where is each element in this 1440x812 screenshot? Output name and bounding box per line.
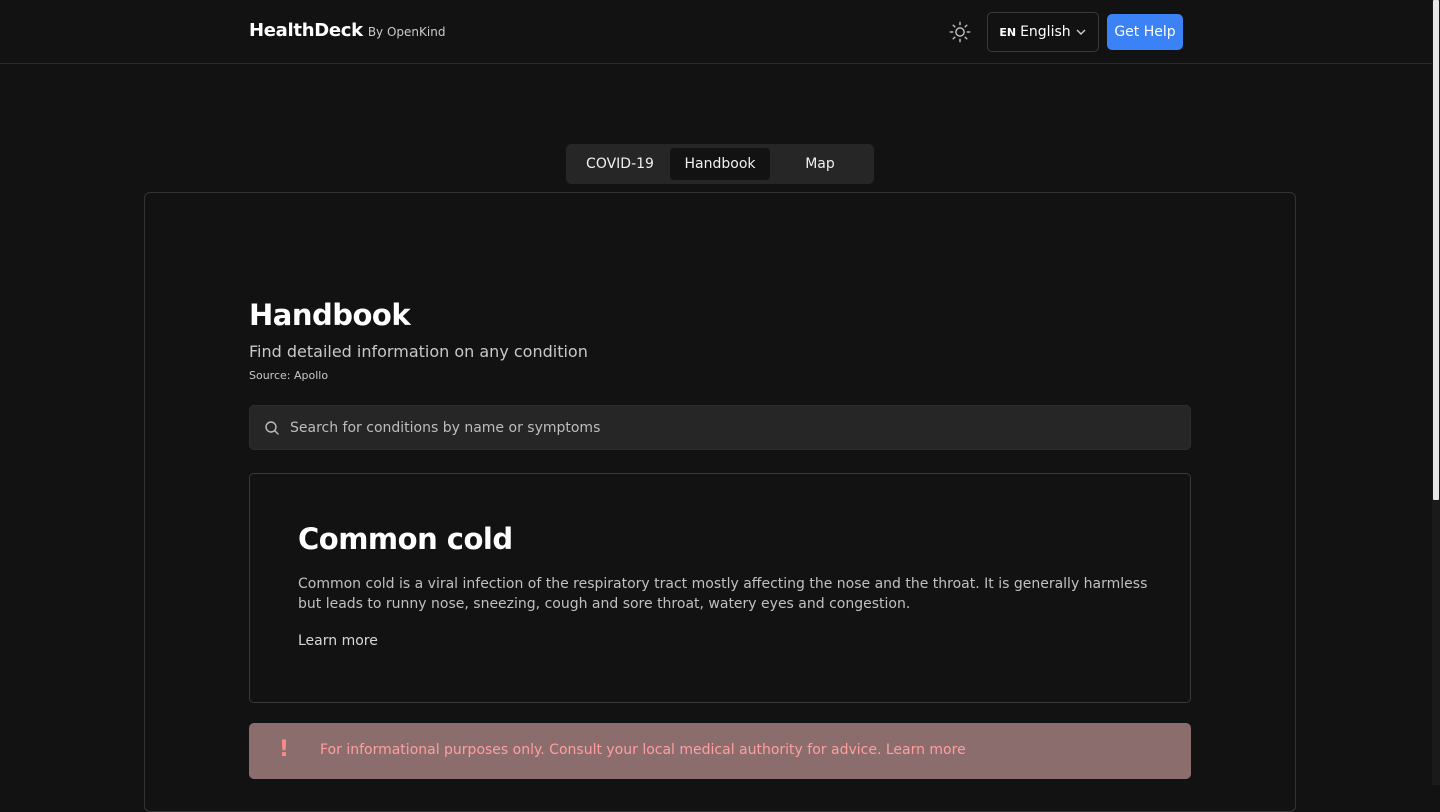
language-select[interactable]: EN English bbox=[987, 12, 1099, 52]
tab-covid-19[interactable]: COVID-19 bbox=[570, 148, 670, 180]
theme-toggle-button[interactable] bbox=[946, 18, 974, 46]
exclamation-icon: ! bbox=[279, 737, 290, 762]
learn-more-link[interactable]: Learn more bbox=[298, 633, 378, 649]
scrollbar-thumb[interactable] bbox=[1433, 0, 1439, 500]
brand-logo[interactable]: HealthDeck By OpenKind bbox=[249, 20, 445, 41]
language-label: English bbox=[1020, 24, 1071, 40]
search-input[interactable]: Search for conditions by name or symptom… bbox=[249, 405, 1191, 450]
search-icon bbox=[265, 420, 279, 435]
disclaimer-text[interactable]: For informational purposes only. Consult… bbox=[320, 742, 966, 758]
chevron-down-icon bbox=[1076, 29, 1086, 35]
brand-name: HealthDeck bbox=[249, 20, 363, 41]
sun-icon bbox=[949, 21, 971, 43]
page-subtitle: Find detailed information on any conditi… bbox=[249, 342, 588, 361]
source-note: Source: Apollo bbox=[249, 369, 329, 382]
page-title: Handbook bbox=[249, 298, 411, 332]
tab-map[interactable]: Map bbox=[770, 148, 870, 180]
disclaimer-alert: ! For informational purposes only. Consu… bbox=[249, 723, 1191, 779]
search-placeholder: Search for conditions by name or symptom… bbox=[290, 419, 601, 436]
brand-by-line: By OpenKind bbox=[367, 25, 446, 39]
condition-description: Common cold is a viral infection of the … bbox=[298, 576, 1148, 612]
tab-handbook[interactable]: Handbook bbox=[670, 148, 770, 180]
language-code: EN bbox=[999, 25, 1017, 39]
get-help-button[interactable]: Get Help bbox=[1107, 14, 1183, 50]
top-header: HealthDeck By OpenKind EN English Get He… bbox=[0, 0, 1432, 64]
condition-title: Common cold bbox=[298, 522, 513, 556]
section-tabs: COVID-19 Handbook Map bbox=[566, 144, 874, 184]
